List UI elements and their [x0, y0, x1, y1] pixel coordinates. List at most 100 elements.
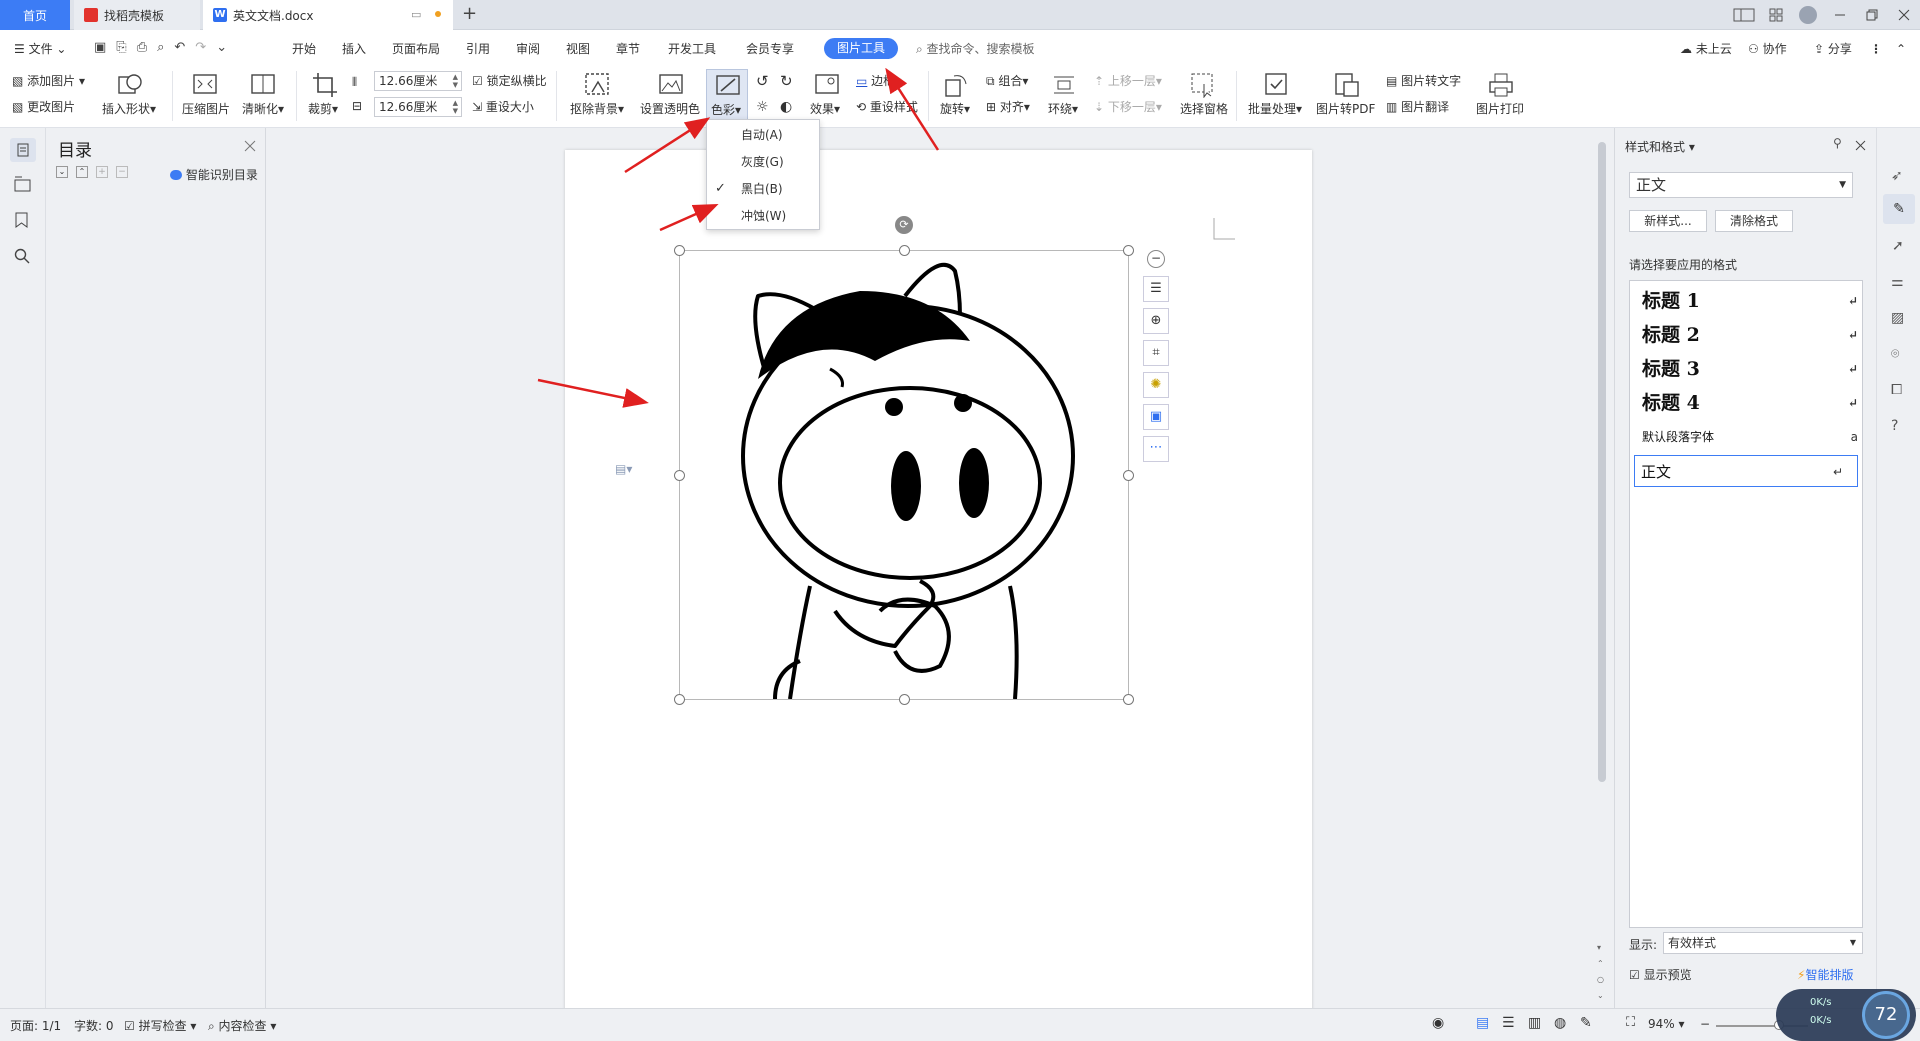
rocket-icon[interactable]: ➶	[1891, 168, 1903, 184]
border-button[interactable]: ▭ 边框▾	[856, 74, 901, 88]
bring-forward-button[interactable]: ⇡ 上移一层▾	[1094, 74, 1162, 88]
write-view-icon[interactable]: ✎	[1580, 1015, 1592, 1031]
resize-handle-e[interactable]	[1123, 470, 1134, 481]
idea-bulb-icon[interactable]: ✺	[1143, 372, 1169, 398]
rotate-button[interactable]: 旋转▾	[940, 102, 970, 116]
layout-icon[interactable]	[1728, 0, 1760, 30]
network-speed-widget[interactable]: 0K/s 0K/s 72	[1776, 989, 1916, 1041]
collab-button[interactable]: ⚇ 协作	[1748, 39, 1787, 59]
page-count[interactable]: 页面: 1/1	[10, 1017, 61, 1034]
translate-button[interactable]: ▥ 图片翻译	[1386, 100, 1449, 114]
clear-format-button[interactable]: 清除格式	[1715, 210, 1793, 232]
remove-background-button[interactable]: 抠除背景▾	[570, 102, 624, 116]
rotate-left-icon[interactable]: ↺	[756, 74, 769, 89]
apps-grid-icon[interactable]	[1760, 0, 1792, 30]
insert-shape-button[interactable]: 插入形状▾	[102, 102, 156, 116]
file-menu[interactable]: ☰ 文件 ⌄	[14, 39, 66, 59]
toc-nav-button[interactable]	[10, 138, 36, 162]
smart-toc-button[interactable]: 智能识别目录	[170, 166, 258, 183]
tab-template[interactable]: 找稻壳模板	[74, 0, 200, 30]
resize-handle-w[interactable]	[674, 470, 685, 481]
outline-view-icon[interactable]: ☰	[1502, 1015, 1515, 1031]
print-picture-button[interactable]: 图片打印	[1476, 102, 1524, 116]
style-heading-4[interactable]: 标题 4 ↵	[1642, 387, 1872, 419]
search-icon[interactable]	[14, 248, 30, 264]
layout-options-icon[interactable]: ☰	[1143, 276, 1169, 302]
help-icon[interactable]: ?	[1891, 418, 1898, 434]
styles-panel-title[interactable]: 样式和格式 ▾	[1625, 138, 1695, 155]
resize-handle-nw[interactable]	[674, 245, 685, 256]
select-cursor-icon[interactable]: ➚	[1892, 238, 1904, 254]
style-heading-3[interactable]: 标题 3 ↵	[1642, 353, 1872, 385]
batch-button[interactable]: 批量处理▾	[1248, 102, 1302, 116]
promote-icon[interactable]: +	[96, 166, 108, 178]
pin-icon[interactable]: ⚲	[1833, 136, 1842, 150]
selected-picture[interactable]: ⟳	[674, 216, 1134, 705]
rotate-handle-icon[interactable]: ⟳	[895, 216, 913, 234]
new-style-button[interactable]: 新样式...	[1629, 210, 1707, 232]
scrollbar-thumb[interactable]	[1598, 142, 1606, 782]
smart-layout-button[interactable]: ⚡智能排版	[1797, 966, 1853, 983]
page-scroll-controls[interactable]: ▾ ⌃ ○ ⌄	[1597, 940, 1604, 1004]
redo-icon[interactable]: ↷	[195, 40, 206, 55]
send-backward-button[interactable]: ⇣ 下移一层▾	[1094, 100, 1162, 114]
menu-item-picture-tools[interactable]: 图片工具	[824, 38, 898, 59]
web-view-icon[interactable]: ◍	[1554, 1015, 1566, 1031]
bookmark-icon[interactable]	[15, 212, 29, 228]
crop-float-icon[interactable]: ⌗	[1143, 340, 1169, 366]
word-count[interactable]: 字数: 0	[74, 1017, 114, 1034]
content-check-button[interactable]: ⌕ 内容检查 ▾	[208, 1017, 276, 1034]
anchor-icon[interactable]: ▤▾	[615, 462, 632, 476]
resize-handle-s[interactable]	[899, 694, 910, 705]
book-icon[interactable]: ⧠	[1891, 382, 1902, 398]
color-button[interactable]: 色彩▾	[706, 69, 748, 123]
save-icon[interactable]: ▣	[94, 40, 106, 55]
cloud-status[interactable]: ☁ 未上云	[1680, 39, 1732, 59]
picture-to-word-icon[interactable]: ▣	[1143, 404, 1169, 430]
adjust-icon[interactable]: ⚌	[1891, 274, 1904, 290]
color-option-auto[interactable]: 自动(A)	[707, 122, 819, 148]
eye-protection-icon[interactable]: ◉	[1432, 1015, 1444, 1031]
menu-item-member[interactable]: 会员专享	[746, 39, 794, 59]
wrap-button[interactable]: 环绕▾	[1048, 102, 1078, 116]
style-body-text[interactable]: 正文 ↵	[1634, 455, 1858, 487]
user-avatar[interactable]	[1792, 0, 1824, 30]
align-button[interactable]: ⊞ 对齐▾	[986, 100, 1030, 114]
print-icon[interactable]: ⎙	[137, 40, 147, 55]
close-panel-icon[interactable]	[1855, 140, 1866, 151]
tab-document[interactable]: W 英文文档.docx ▭	[203, 0, 453, 30]
menu-item-view[interactable]: 视图	[566, 39, 590, 59]
restore-icon[interactable]	[1856, 0, 1888, 30]
print-preview-icon[interactable]: ⌕	[157, 40, 164, 55]
current-style-select[interactable]: 正文 ▼	[1629, 172, 1853, 198]
sharpen-button[interactable]: 清晰化▾	[242, 102, 284, 116]
width-input[interactable]: 12.66厘米 ▲ ▼	[374, 71, 462, 91]
zoom-out-icon[interactable]: −	[1700, 1017, 1710, 1031]
minimize-icon[interactable]	[1824, 0, 1856, 30]
set-transparent-button[interactable]: 设置透明色	[640, 102, 700, 116]
selection-pane-button[interactable]: 选择窗格	[1180, 102, 1228, 116]
lock-ratio-checkbox[interactable]: ☑ 锁定纵横比	[472, 74, 547, 88]
collapse-toolbar-icon[interactable]: −	[1147, 250, 1165, 268]
menu-item-insert[interactable]: 插入	[342, 39, 366, 59]
rotate-right-icon[interactable]: ↻	[780, 74, 793, 89]
more-qa-icon[interactable]: ⌄	[216, 40, 227, 55]
fit-page-icon[interactable]: ⛶	[1626, 1015, 1635, 1030]
collapse-all-icon[interactable]: ⌃	[76, 166, 88, 178]
more-menu-icon[interactable]: ⋮	[1870, 39, 1882, 59]
menu-item-layout[interactable]: 页面布局	[392, 39, 440, 59]
brightness-icon[interactable]: ☼	[756, 100, 769, 114]
expand-all-icon[interactable]: ⌄	[56, 166, 68, 178]
style-brush-icon[interactable]: ✎	[1883, 194, 1915, 224]
reset-size-button[interactable]: ⇲ 重设大小	[472, 100, 534, 114]
group-button[interactable]: ⧉ 组合▾	[986, 74, 1028, 88]
spell-check-button[interactable]: ☑ 拼写检查 ▾	[124, 1017, 196, 1034]
share-button[interactable]: ⇪ 分享	[1814, 39, 1852, 59]
add-picture-button[interactable]: ▧ 添加图片 ▾	[12, 74, 85, 88]
menu-item-reference[interactable]: 引用	[466, 39, 490, 59]
demote-icon[interactable]: −	[116, 166, 128, 178]
menu-item-review[interactable]: 审阅	[516, 39, 540, 59]
plugin-icon[interactable]: ⌾	[1891, 346, 1899, 362]
resize-handle-sw[interactable]	[674, 694, 685, 705]
crop-button[interactable]: 裁剪▾	[308, 102, 338, 116]
